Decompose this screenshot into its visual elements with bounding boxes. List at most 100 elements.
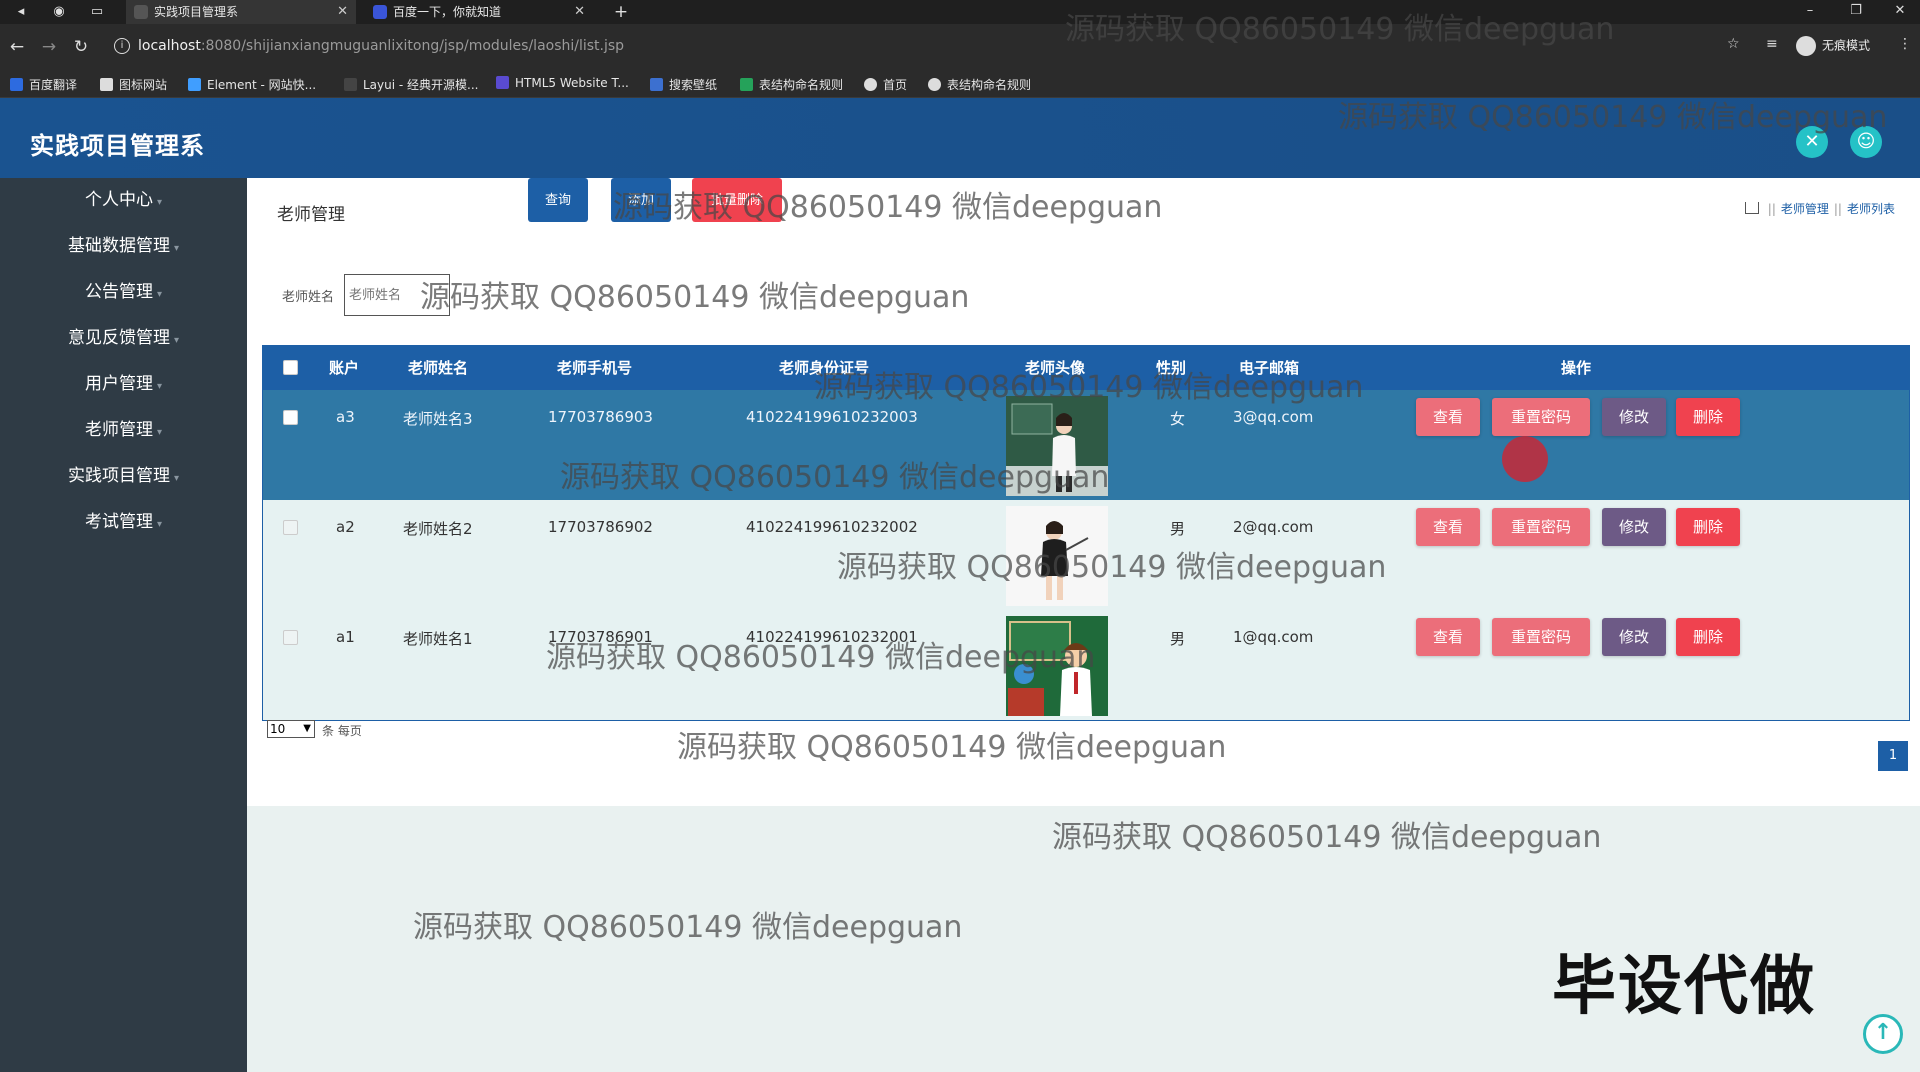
delete-button[interactable]: 删除: [1676, 398, 1740, 436]
bookmark-item[interactable]: HTML5 Website T...: [496, 76, 629, 90]
bishe-ad-text: 毕设代做: [1552, 950, 1816, 1024]
flag-icon: [100, 78, 113, 91]
incognito-indicator[interactable]: 无痕模式: [1796, 36, 1870, 56]
forward-arrow-icon[interactable]: →: [38, 36, 60, 58]
reset-password-button[interactable]: 重置密码: [1492, 618, 1590, 656]
email-cell: 1@qq.com: [1233, 628, 1314, 646]
phone-cell: 17703786901: [548, 628, 653, 646]
delete-button[interactable]: 删除: [1676, 618, 1740, 656]
tab-baidu[interactable]: 百度一下，你就知道 ✕: [365, 0, 593, 24]
breadcrumb-item[interactable]: 老师管理: [1781, 202, 1829, 216]
page-number-button[interactable]: 1: [1878, 741, 1908, 771]
teacher-avatar-image[interactable]: [1006, 506, 1108, 606]
tab-app[interactable]: 实践项目管理系 ✕: [126, 0, 356, 24]
table-row[interactable]: a3 老师姓名3 17703786903 410224199610232003 …: [263, 390, 1909, 500]
bookmark-item[interactable]: 表结构命名规则: [740, 76, 843, 93]
batch-delete-button[interactable]: 批量删除: [692, 178, 782, 222]
url-field[interactable]: i localhost:8080/shijianxiangmuguanlixit…: [108, 34, 1758, 60]
chevron-down-icon: ▾: [156, 427, 163, 438]
query-button[interactable]: 查询: [528, 178, 588, 222]
close-window-icon[interactable]: ✕: [1880, 0, 1920, 24]
back-to-top-icon[interactable]: ↑: [1863, 1014, 1903, 1054]
incognito-icon: [1796, 36, 1816, 56]
sidebar-item-users[interactable]: 用户管理 ▾: [0, 362, 247, 406]
table-row[interactable]: a2 老师姓名2 17703786902 410224199610232002 …: [263, 500, 1909, 610]
table-row[interactable]: a1 老师姓名1 17703786901 410224199610232001 …: [263, 610, 1909, 720]
app-title: 实践项目管理系: [30, 132, 205, 160]
bookmark-item[interactable]: 搜索壁纸: [650, 76, 717, 93]
star-icon[interactable]: ☆: [1727, 36, 1740, 52]
bookmarks-bar: 百度翻译 图标网站 Element - 网站快... Layui - 经典开源模…: [0, 70, 1920, 98]
bookmark-item[interactable]: 表结构命名规则: [928, 76, 1031, 93]
audio-icon[interactable]: ◂: [12, 3, 30, 21]
teacher-avatar-image[interactable]: [1006, 396, 1108, 496]
reset-password-button[interactable]: 重置密码: [1492, 508, 1590, 546]
teacher-name-search-input[interactable]: [344, 274, 450, 316]
sidebar-item-exams[interactable]: 考试管理 ▾: [0, 500, 247, 544]
url-text[interactable]: localhost:8080/shijianxiangmuguanlixiton…: [138, 38, 624, 54]
minimize-icon[interactable]: –: [1790, 0, 1830, 24]
phone-cell: 17703786902: [548, 518, 653, 536]
row-checkbox[interactable]: [283, 410, 298, 425]
tab-favicon-icon: [134, 5, 148, 19]
id-card-cell: 410224199610232001: [746, 628, 918, 646]
row-checkbox[interactable]: [283, 630, 298, 645]
add-button[interactable]: 添加: [611, 178, 671, 222]
view-button[interactable]: 查看: [1416, 508, 1480, 546]
home-icon[interactable]: [1744, 202, 1759, 214]
page-title: 老师管理: [277, 205, 345, 225]
teacher-avatar-image[interactable]: [1006, 616, 1108, 716]
reset-password-button[interactable]: 重置密码: [1492, 398, 1590, 436]
app-header: 实践项目管理系 ✕ ☺: [0, 98, 1920, 178]
watermark-text: 源码获取 QQ86050149 微信deepguan: [1052, 820, 1602, 855]
view-button[interactable]: 查看: [1416, 398, 1480, 436]
more-menu-icon[interactable]: ⋮: [1898, 36, 1912, 52]
close-tab-icon[interactable]: ✕: [337, 0, 348, 24]
edit-button[interactable]: 修改: [1602, 398, 1666, 436]
close-tab-icon[interactable]: ✕: [574, 0, 585, 24]
bookmark-item[interactable]: 百度翻译: [10, 76, 77, 93]
sidebar-item-basic-data[interactable]: 基础数据管理 ▾: [0, 224, 247, 268]
table-header: 账户 老师姓名 老师手机号 老师身份证号 老师头像 性别 电子邮箱 操作: [263, 346, 1909, 390]
reload-icon[interactable]: ↻: [70, 36, 92, 58]
sidebar-item-announcements[interactable]: 公告管理 ▾: [0, 270, 247, 314]
bookmark-item[interactable]: Element - 网站快...: [188, 76, 316, 93]
id-card-cell: 410224199610232003: [746, 408, 918, 426]
column-header: 老师手机号: [557, 359, 633, 377]
fullscreen-toggle-icon[interactable]: ✕: [1796, 126, 1828, 158]
bookmark-item[interactable]: Layui - 经典开源模...: [344, 76, 478, 93]
row-checkbox[interactable]: [283, 520, 298, 535]
chevron-down-icon: ▾: [156, 381, 163, 392]
page-size-select[interactable]: 10 ▼: [267, 720, 315, 738]
edit-button[interactable]: 修改: [1602, 508, 1666, 546]
user-profile-icon[interactable]: ☺: [1850, 126, 1882, 158]
back-arrow-icon[interactable]: ←: [6, 36, 28, 58]
select-all-checkbox[interactable]: [283, 360, 298, 375]
sidebar-item-feedback[interactable]: 意见反馈管理 ▾: [0, 316, 247, 360]
delete-button[interactable]: 删除: [1676, 508, 1740, 546]
window-icon[interactable]: ▭: [88, 3, 106, 21]
globe-icon: [864, 78, 877, 91]
search-label: 老师姓名: [282, 290, 335, 305]
restore-icon[interactable]: ❐: [1836, 0, 1876, 24]
view-button[interactable]: 查看: [1416, 618, 1480, 656]
reading-list-icon[interactable]: ≡: [1766, 36, 1778, 52]
info-icon[interactable]: i: [114, 38, 130, 54]
sidebar-item-projects[interactable]: 实践项目管理 ▾: [0, 454, 247, 498]
bookmark-item[interactable]: 首页: [864, 76, 907, 93]
address-bar-row: ← → ↻ i localhost:8080/shijianxiangmugua…: [0, 24, 1920, 70]
column-header: 老师身份证号: [779, 359, 870, 377]
teacher-table: 账户 老师姓名 老师手机号 老师身份证号 老师头像 性别 电子邮箱 操作 a3 …: [262, 345, 1910, 721]
breadcrumb-item[interactable]: 老师列表: [1847, 202, 1895, 216]
sidebar-item-teachers[interactable]: 老师管理 ▾: [0, 408, 247, 452]
id-card-cell: 410224199610232002: [746, 518, 918, 536]
breadcrumb: || 老师管理 || 老师列表: [1744, 200, 1895, 217]
bookmark-item[interactable]: 图标网站: [100, 76, 167, 93]
browser-logo-icon[interactable]: ◉: [50, 3, 68, 21]
sidebar-item-personal-center[interactable]: 个人中心 ▾: [0, 178, 247, 222]
email-cell: 3@qq.com: [1233, 408, 1314, 426]
chevron-down-icon: ▾: [173, 243, 180, 254]
new-tab-icon[interactable]: +: [612, 3, 630, 21]
column-header: 老师姓名: [408, 359, 469, 377]
edit-button[interactable]: 修改: [1602, 618, 1666, 656]
